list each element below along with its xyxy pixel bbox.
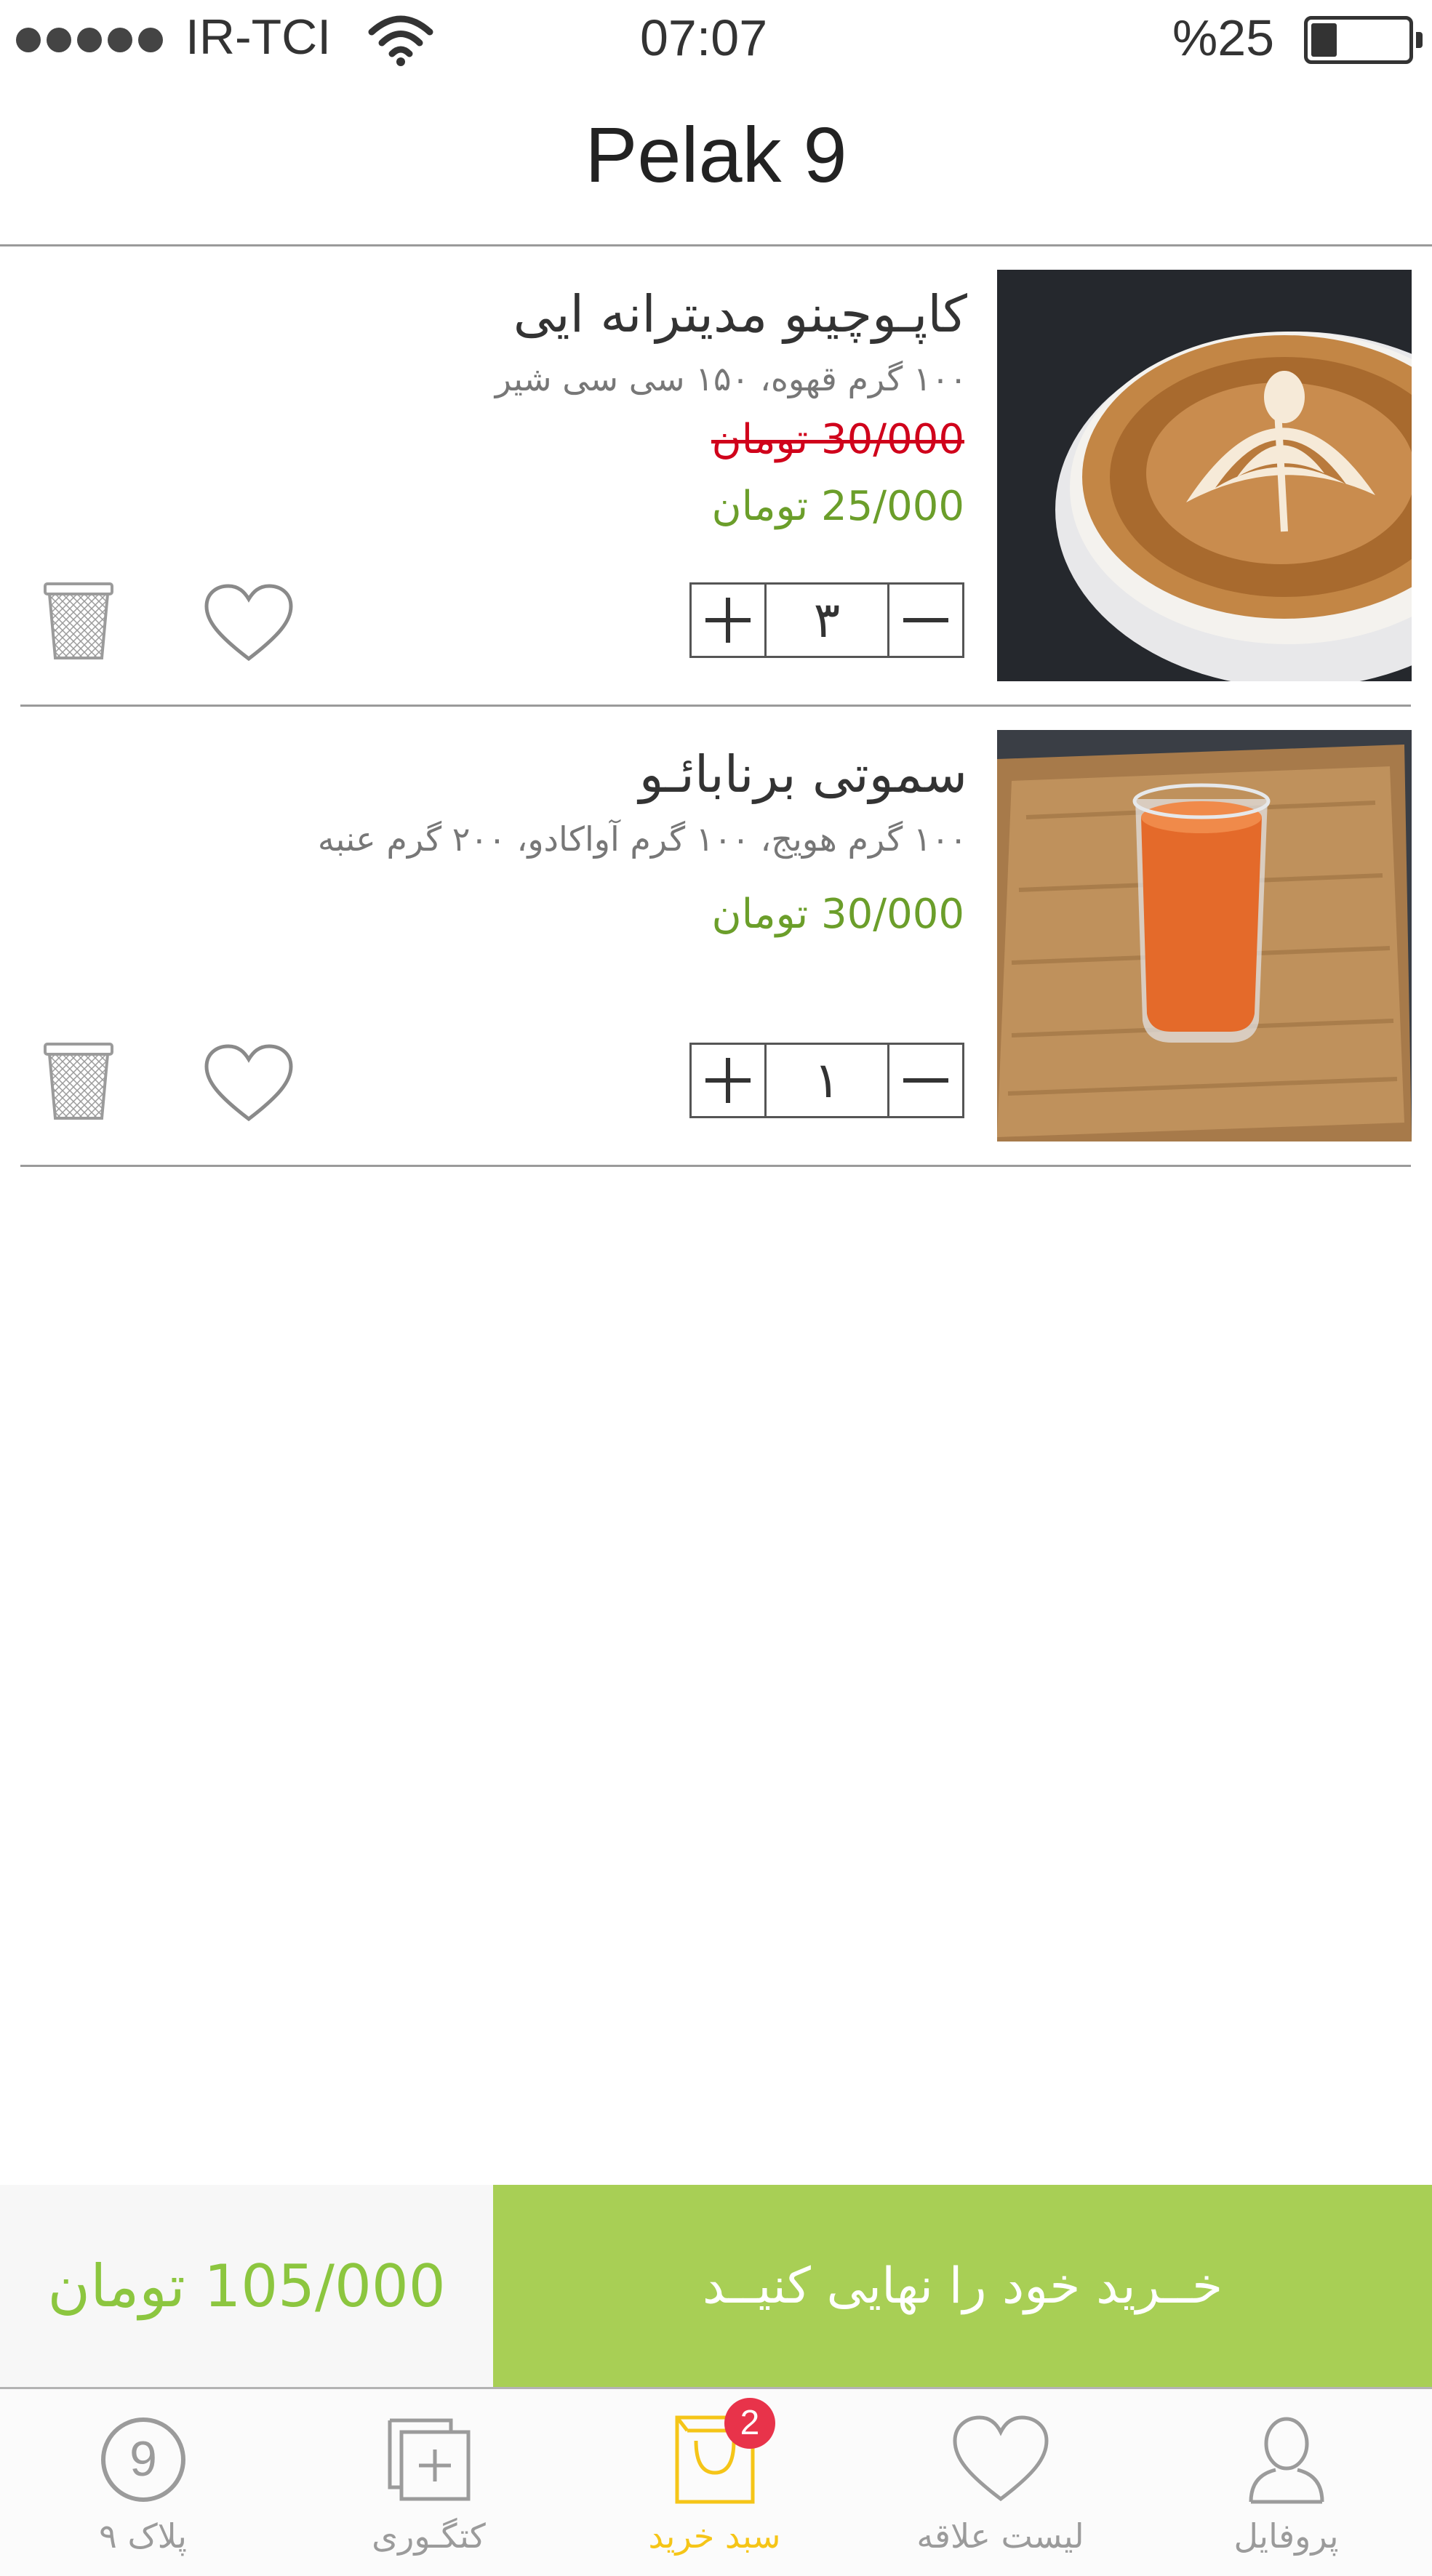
- pelak-9-glyph: 9: [129, 2431, 157, 2487]
- carrier-name: IR-TCI: [185, 9, 332, 65]
- cart-item: کاپـوچینو مدیترانه ایی ۱۰۰ گرم قهوه، ۱۵۰…: [20, 246, 1412, 707]
- item-divider: [20, 1165, 1411, 1167]
- cart-total: 105/000 تومان: [0, 2185, 493, 2387]
- status-time: 07:07: [640, 9, 768, 66]
- heart-icon[interactable]: [204, 583, 294, 665]
- quantity-value: ۳: [764, 585, 889, 656]
- heart-icon[interactable]: [204, 1043, 294, 1125]
- tab-label: کتگـوری: [372, 2516, 486, 2556]
- minus-icon: [903, 1078, 948, 1083]
- battery-percentage: %25: [1172, 9, 1275, 66]
- status-bar: IR-TCI 07:07 %25: [0, 0, 1432, 84]
- trash-icon[interactable]: [41, 579, 116, 662]
- cart-count-badge: 2: [724, 2398, 775, 2449]
- quantity-value: ۱: [764, 1045, 889, 1116]
- page-title: Pelak 9: [585, 111, 847, 198]
- wifi-icon: [368, 15, 433, 66]
- item-price: 25/000 تومان: [711, 483, 964, 530]
- tab-label: پروفایل: [1233, 2516, 1339, 2556]
- category-icon: [388, 2418, 470, 2501]
- signal-strength-icon: [16, 28, 163, 52]
- minus-icon: [903, 618, 948, 622]
- item-price: 30/000 تومان: [711, 891, 964, 938]
- tab-category[interactable]: کتگـوری: [286, 2389, 572, 2576]
- item-old-price: 30/000 تومان: [711, 416, 964, 463]
- finalize-purchase-button[interactable]: خــرید خود را نهایی کنیــد: [493, 2185, 1432, 2387]
- quantity-stepper: ۱: [689, 1043, 964, 1118]
- tab-wishlist[interactable]: لیست علاقه: [857, 2389, 1143, 2576]
- cappuccino-photo: [997, 270, 1412, 681]
- increase-button[interactable]: [692, 585, 764, 656]
- carrot-smoothie-photo: [997, 730, 1412, 1141]
- decrease-button[interactable]: [889, 585, 962, 656]
- finalize-purchase-label: خــرید خود را نهایی کنیــد: [702, 2257, 1223, 2315]
- profile-icon: [1249, 2417, 1324, 2504]
- increase-button[interactable]: [692, 1045, 764, 1116]
- tab-shopping-cart[interactable]: 2 سبد خرید: [572, 2389, 857, 2576]
- tab-pelak-9[interactable]: 9 پلاک ۹: [0, 2389, 286, 2576]
- item-description: ۱۰۰ گرم قهوه، ۱۵۰ سی سی شیر: [495, 359, 967, 398]
- battery-icon: [1304, 16, 1423, 64]
- item-description: ۱۰۰ گرم هویج، ۱۰۰ گرم آواکادو، ۲۰۰ گرم ع…: [317, 819, 967, 859]
- plus-icon: [705, 598, 751, 643]
- total-price: 105/000 تومان: [47, 2252, 446, 2320]
- tab-label: لیست علاقه: [916, 2516, 1084, 2556]
- cart-item: سموتی برنابائـو ۱۰۰ گرم هویج، ۱۰۰ گرم آو…: [20, 707, 1412, 1167]
- heart-icon: [952, 2415, 1049, 2502]
- tab-bar: 9 پلاک ۹ کتگـوری 2 سبد خرید لیست علاقه پ…: [0, 2387, 1432, 2576]
- decrease-button[interactable]: [889, 1045, 962, 1116]
- plus-icon: [705, 1058, 751, 1103]
- item-name: سموتی برنابائـو: [639, 745, 967, 804]
- trash-icon[interactable]: [41, 1040, 116, 1123]
- tab-label: پلاک ۹: [99, 2516, 187, 2556]
- pelak-9-circle-icon: 9: [100, 2417, 185, 2502]
- tab-profile[interactable]: پروفایل: [1143, 2389, 1429, 2576]
- tab-label: سبد خرید: [648, 2516, 781, 2556]
- item-name: کاپـوچینو مدیترانه ایی: [513, 284, 967, 344]
- quantity-stepper: ۳: [689, 582, 964, 658]
